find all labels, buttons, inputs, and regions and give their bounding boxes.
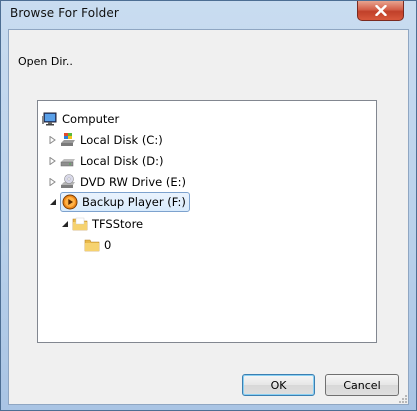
hard-drive-icon: [60, 153, 76, 169]
tree-item-tfsstore[interactable]: TFSStore: [60, 214, 143, 233]
tree-item-label: 0: [104, 237, 112, 252]
tree-item-dvd-drive-e[interactable]: DVD RW Drive (E:): [48, 172, 186, 191]
expand-arrow-icon[interactable]: [48, 177, 57, 186]
ok-button[interactable]: OK: [242, 374, 315, 396]
tree-item-label: Local Disk (C:): [80, 132, 163, 147]
folder-tree[interactable]: Computer Local Disk (C:) Local Disk (D:)…: [37, 100, 377, 343]
collapse-arrow-icon[interactable]: [48, 197, 57, 206]
cancel-button[interactable]: Cancel: [325, 374, 399, 396]
local-disk-windows-icon: [60, 132, 76, 148]
dialog-instructions: Open Dir..: [18, 55, 73, 68]
expand-arrow-icon[interactable]: [48, 156, 57, 165]
tree-item-label: Backup Player (F:): [82, 194, 186, 209]
close-button[interactable]: [357, 1, 404, 21]
dialog-client-area: Open Dir.. Computer Local Disk (C:) Loca…: [8, 29, 409, 405]
tree-item-label: Local Disk (D:): [80, 153, 164, 168]
window-title: Browse For Folder: [10, 6, 119, 20]
resize-grip-icon[interactable]: [397, 393, 407, 403]
folder-icon: [72, 216, 88, 232]
media-player-drive-icon: [62, 194, 78, 210]
tree-item-label: Computer: [62, 111, 120, 126]
tree-item-computer[interactable]: Computer: [42, 109, 119, 128]
tree-item-label: DVD RW Drive (E:): [80, 174, 187, 189]
selected-item-highlight: Backup Player (F:): [60, 191, 190, 212]
folder-icon: [84, 237, 100, 253]
expand-arrow-icon[interactable]: [48, 135, 57, 144]
tree-item-0[interactable]: 0: [84, 235, 111, 254]
title-bar[interactable]: Browse For Folder: [1, 1, 416, 25]
tree-item-backup-player-f[interactable]: Backup Player (F:): [48, 191, 190, 212]
collapse-arrow-icon[interactable]: [60, 219, 69, 228]
dvd-drive-icon: [60, 173, 76, 190]
tree-item-local-disk-d[interactable]: Local Disk (D:): [48, 151, 164, 170]
computer-icon: [42, 111, 58, 127]
tree-item-label: TFSStore: [92, 216, 144, 231]
tree-item-local-disk-c[interactable]: Local Disk (C:): [48, 130, 163, 149]
close-icon: [374, 5, 387, 16]
browse-for-folder-window: Browse For Folder Open Dir.. Computer Lo…: [0, 0, 417, 411]
